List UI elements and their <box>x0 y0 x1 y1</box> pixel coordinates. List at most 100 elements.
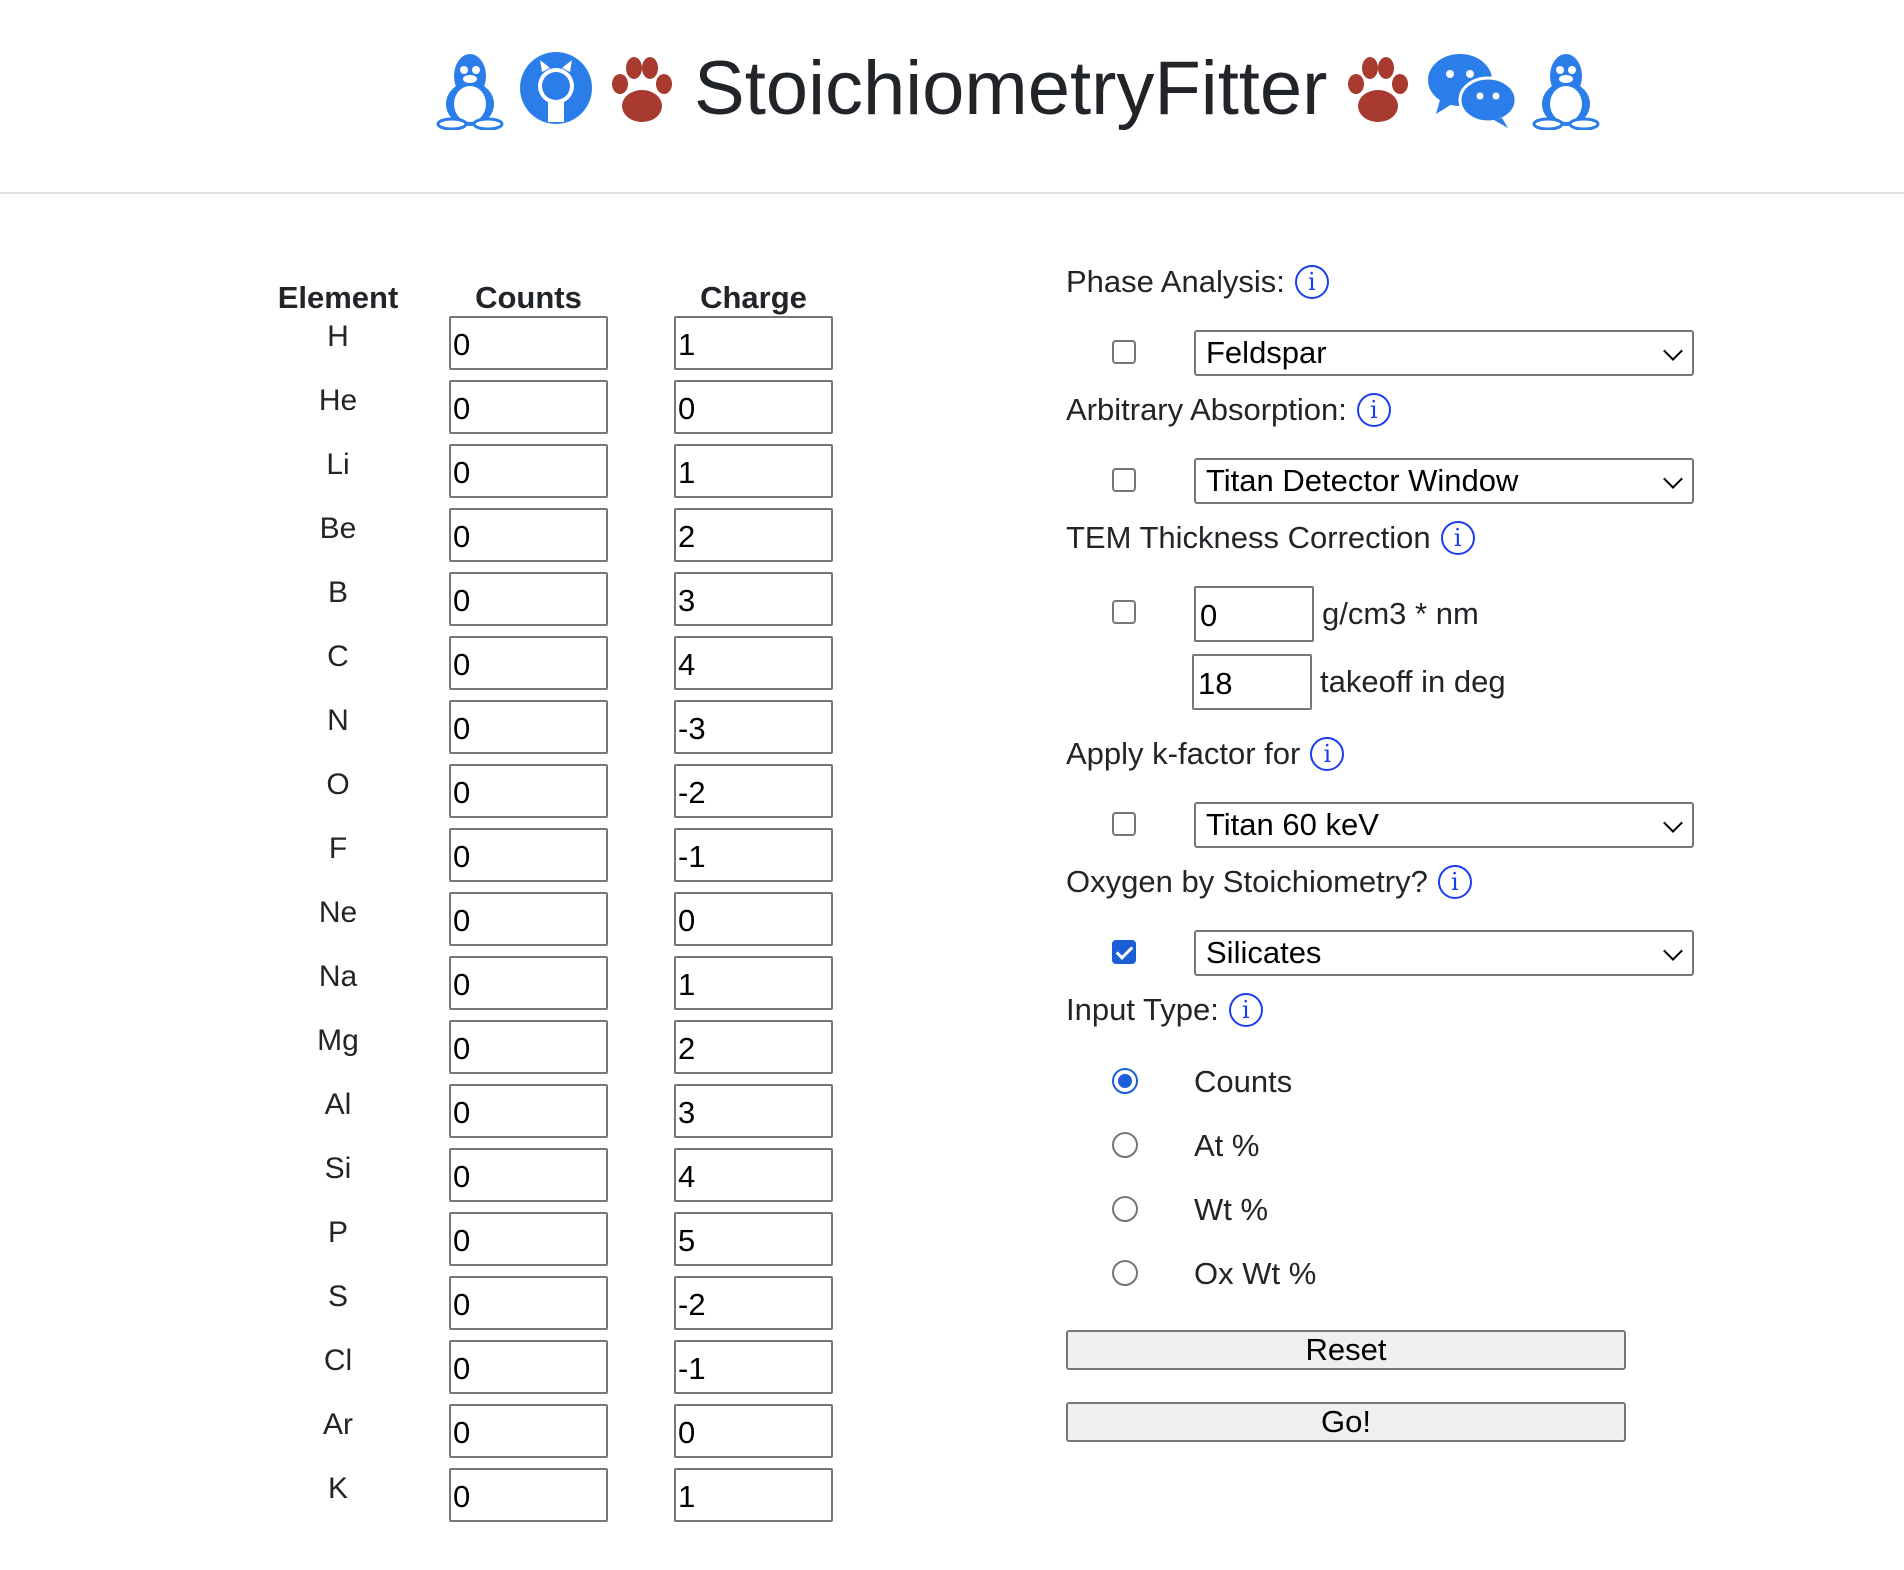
info-icon[interactable]: i <box>1356 393 1391 427</box>
thickness-checkbox[interactable] <box>1112 600 1136 624</box>
radio-ox-wt-percent[interactable] <box>1112 1260 1138 1286</box>
oxygen-select[interactable]: Silicates <box>1194 930 1694 976</box>
kfactor-select[interactable]: Titan 60 keV <box>1194 802 1694 848</box>
counts-cell <box>416 1212 641 1276</box>
charge-input[interactable] <box>674 316 833 370</box>
charge-input[interactable] <box>674 1340 833 1394</box>
counts-input[interactable] <box>449 700 608 754</box>
go-button[interactable]: Go! <box>1066 1402 1626 1442</box>
element-cell: Na <box>260 956 416 1020</box>
counts-input[interactable] <box>449 508 608 562</box>
charge-input[interactable] <box>674 1020 833 1074</box>
charge-input[interactable] <box>674 1468 833 1522</box>
element-table: Element Counts Charge H He Li Be BCNOF Ne Na Mg… <box>260 268 866 1532</box>
element-symbol: He <box>318 384 358 417</box>
charge-input[interactable] <box>674 380 833 434</box>
counts-input[interactable] <box>449 1468 608 1522</box>
radio-counts[interactable] <box>1112 1068 1138 1094</box>
element-symbol: Al <box>324 1088 352 1121</box>
counts-cell <box>416 1468 641 1532</box>
counts-input[interactable] <box>449 956 608 1010</box>
counts-cell <box>416 444 641 508</box>
table-row: Ar <box>260 1404 866 1468</box>
element-cell: He <box>260 380 416 444</box>
linux-penguin-icon[interactable] <box>1526 46 1606 131</box>
counts-input[interactable] <box>449 1212 608 1266</box>
charge-cell <box>641 572 866 636</box>
chevron-down-icon <box>1663 341 1683 361</box>
element-cell: H <box>260 316 416 380</box>
charge-input[interactable] <box>674 444 833 498</box>
charge-input[interactable] <box>674 1084 833 1138</box>
wechat-icon[interactable] <box>1424 46 1520 130</box>
takeoff-input[interactable] <box>1192 654 1312 710</box>
radio-at-percent[interactable] <box>1112 1132 1138 1158</box>
info-icon[interactable]: i <box>1310 737 1345 771</box>
reset-button[interactable]: Reset <box>1066 1330 1626 1370</box>
element-symbol: P <box>327 1216 348 1249</box>
radio-wt-percent[interactable] <box>1112 1196 1138 1222</box>
table-row: Mg <box>260 1020 866 1084</box>
counts-input[interactable] <box>449 380 608 434</box>
counts-input[interactable] <box>449 1148 608 1202</box>
info-icon[interactable]: i <box>1294 265 1329 299</box>
counts-input[interactable] <box>449 1404 608 1458</box>
element-symbol: O <box>326 768 350 801</box>
counts-input[interactable] <box>449 828 608 882</box>
charge-input[interactable] <box>674 764 833 818</box>
element-symbol: Li <box>326 448 350 481</box>
absorption-label: Arbitrary Absorption: i <box>1066 392 1391 428</box>
charge-input[interactable] <box>674 892 833 946</box>
counts-input[interactable] <box>449 572 608 626</box>
thickness-input[interactable] <box>1194 586 1314 642</box>
charge-input[interactable] <box>674 508 833 562</box>
element-cell: Ne <box>260 892 416 956</box>
charge-input[interactable] <box>674 636 833 690</box>
phase-analysis-select[interactable]: Feldspar <box>1194 330 1694 376</box>
counts-input[interactable] <box>449 1084 608 1138</box>
charge-input[interactable] <box>674 1276 833 1330</box>
table-row: Al <box>260 1084 866 1148</box>
oxygen-checkbox[interactable] <box>1112 940 1136 964</box>
counts-input[interactable] <box>449 636 608 690</box>
charge-cell <box>641 636 866 700</box>
counts-input[interactable] <box>449 764 608 818</box>
radio-counts-label: Counts <box>1194 1064 1293 1099</box>
info-icon[interactable]: i <box>1440 521 1475 555</box>
charge-input[interactable] <box>674 1148 833 1202</box>
counts-input[interactable] <box>449 1020 608 1074</box>
counts-cell <box>416 892 641 956</box>
charge-input[interactable] <box>674 572 833 626</box>
absorption-checkbox[interactable] <box>1112 468 1136 492</box>
charge-cell <box>641 316 866 380</box>
element-cell: C <box>260 636 416 700</box>
element-cell: N <box>260 700 416 764</box>
counts-input[interactable] <box>449 316 608 370</box>
charge-input[interactable] <box>674 956 833 1010</box>
charge-cell <box>641 1084 866 1148</box>
kfactor-checkbox[interactable] <box>1112 812 1136 836</box>
charge-input[interactable] <box>674 700 833 754</box>
linux-penguin-icon[interactable] <box>430 46 510 131</box>
charge-input[interactable] <box>674 1212 833 1266</box>
phase-analysis-checkbox[interactable] <box>1112 340 1136 364</box>
counts-input[interactable] <box>449 444 608 498</box>
counts-cell <box>416 1404 641 1468</box>
table-row: P <box>260 1212 866 1276</box>
counts-input[interactable] <box>449 892 608 946</box>
counts-cell <box>416 1084 641 1148</box>
charge-input[interactable] <box>674 1404 833 1458</box>
info-icon[interactable]: i <box>1228 993 1263 1027</box>
element-symbol: S <box>327 1280 348 1313</box>
counts-input[interactable] <box>449 1276 608 1330</box>
chevron-down-icon <box>1663 941 1683 961</box>
charge-input[interactable] <box>674 828 833 882</box>
element-cell: P <box>260 1212 416 1276</box>
element-cell: Al <box>260 1084 416 1148</box>
thickness-label: TEM Thickness Correction i <box>1066 520 1475 556</box>
absorption-select[interactable]: Titan Detector Window <box>1194 458 1694 504</box>
info-icon[interactable]: i <box>1437 865 1472 899</box>
counts-input[interactable] <box>449 1340 608 1394</box>
table-row: K <box>260 1468 866 1532</box>
github-icon[interactable] <box>516 46 596 130</box>
